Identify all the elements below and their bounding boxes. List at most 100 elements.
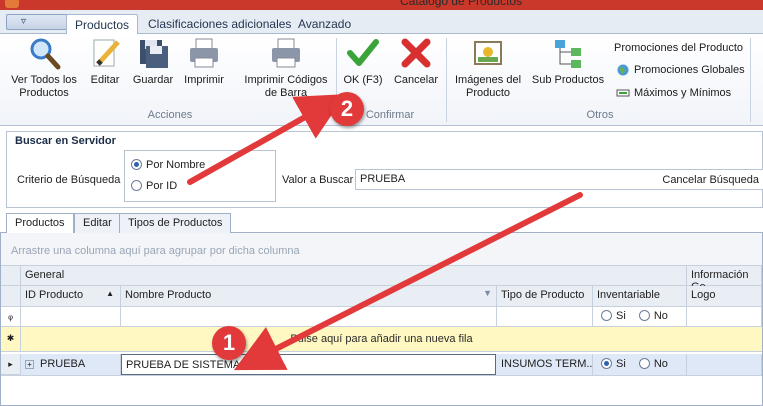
editar-button[interactable]: Editar	[86, 36, 124, 87]
column-nombre-label: Nombre Producto	[125, 289, 212, 301]
search-panel: Buscar en Servidor Criterio de Búsqueda …	[6, 131, 763, 208]
app-icon	[5, 0, 19, 8]
column-id-producto[interactable]: ID Producto ▲	[21, 286, 121, 307]
filter-id-cell[interactable]	[21, 307, 121, 327]
column-tipo-producto[interactable]: Tipo de Producto	[497, 286, 593, 307]
expand-icon[interactable]: +	[25, 360, 34, 369]
filter-nombre-cell[interactable]	[121, 307, 497, 327]
cell-inventariable[interactable]: Si No	[593, 354, 687, 375]
radio-empty-icon[interactable]	[638, 310, 650, 321]
guardar-label: Guardar	[132, 74, 174, 86]
range-icon	[616, 87, 630, 99]
table-row[interactable]: ▸ + PRUEBA PRUEBA DE SISTEMA INSUMOS TERM…	[1, 354, 762, 376]
cell-id-producto[interactable]: + PRUEBA	[21, 354, 121, 375]
cancelar-button[interactable]: Cancelar	[392, 36, 440, 87]
imprimir-codigos-button[interactable]: Imprimir Códigos de Barra	[240, 36, 332, 100]
radio-por-nombre[interactable]: Por Nombre	[131, 159, 205, 171]
new-row[interactable]: ✱ Pulse aquí para añadir una nueva fila	[1, 327, 762, 352]
group-separator	[446, 38, 447, 122]
column-indicator-header	[1, 286, 21, 307]
filter-logo-cell[interactable]	[687, 307, 762, 327]
radio-selected-icon	[131, 159, 142, 170]
new-row-text: Pulse aquí para añadir una nueva fila	[290, 333, 473, 345]
editar-label: Editar	[90, 74, 120, 86]
save-icon	[136, 36, 170, 70]
cell-nombre-producto[interactable]: PRUEBA DE SISTEMA	[121, 354, 496, 375]
tab-avanzado[interactable]: Avanzado	[290, 14, 359, 35]
radio-por-id-label: Por ID	[146, 180, 178, 192]
sub-productos-button[interactable]: Sub Productos	[530, 36, 606, 87]
band-informacion: Información Ge	[687, 266, 762, 293]
annotation-badge-1: 1	[212, 326, 246, 360]
radio-empty-icon[interactable]	[638, 358, 650, 369]
promociones-producto-label: Promociones del Producto	[614, 42, 744, 54]
cell-si-label: Si	[616, 358, 626, 370]
hierarchy-icon	[551, 36, 585, 70]
filter-icon[interactable]: ▼	[483, 288, 492, 298]
sort-ascending-icon: ▲	[106, 289, 114, 298]
group-panel-hint[interactable]: Arrastre una columna aquí para agrupar p…	[1, 233, 762, 266]
filter-tipo-cell[interactable]	[497, 307, 593, 327]
band-general: General	[21, 266, 687, 286]
radio-por-nombre-label: Por Nombre	[146, 159, 206, 171]
sub-productos-label: Sub Productos	[531, 74, 605, 86]
filter-si-label: Si	[616, 310, 626, 322]
radio-empty-icon	[131, 180, 142, 191]
filter-no-label: No	[653, 310, 668, 322]
radio-selected-icon[interactable]	[601, 358, 612, 369]
picture-icon	[471, 36, 505, 70]
cancel-search-button[interactable]: Cancelar Búsqueda	[662, 174, 759, 186]
radio-por-id[interactable]: Por ID	[131, 180, 177, 192]
printer-icon	[187, 36, 221, 70]
globe-icon	[616, 64, 630, 76]
cell-logo[interactable]	[687, 354, 762, 375]
search-input[interactable]: PRUEBA Cancelar Búsqueda	[355, 169, 763, 190]
content-tab-bar: Productos Editar Tipos de Productos	[0, 211, 763, 234]
magnifier-icon	[27, 36, 61, 70]
ok-label: OK (F3)	[343, 74, 383, 86]
guardar-button[interactable]: Guardar	[130, 36, 176, 87]
row-pointer-icon: ▸	[1, 354, 21, 375]
maximos-minimos-label: Máximos y Mínimos	[634, 87, 732, 99]
tab-tipos-productos[interactable]: Tipos de Productos	[119, 213, 232, 233]
cell-tipo-producto[interactable]: INSUMOS TERM...	[497, 354, 593, 375]
promociones-globales-button[interactable]: Promociones Globales	[616, 64, 745, 76]
products-grid: Arrastre una columna aquí para agrupar p…	[0, 233, 763, 406]
imagenes-label: Imágenes del Producto	[454, 74, 522, 99]
window-title: Catalogo de Productos	[400, 0, 523, 8]
tab-productos[interactable]: Productos	[66, 14, 139, 35]
column-logo[interactable]: Logo	[687, 286, 762, 307]
imagenes-button[interactable]: Imágenes del Producto	[452, 36, 524, 100]
maximos-minimos-button[interactable]: Máximos y Mínimos	[616, 87, 731, 99]
group-separator	[750, 38, 751, 122]
band-corner	[1, 266, 21, 286]
radio-empty-icon[interactable]	[601, 310, 612, 321]
imprimir-button[interactable]: Imprimir	[180, 36, 228, 87]
printer-icon	[269, 36, 303, 70]
tab-productos-grid[interactable]: Productos	[6, 213, 74, 234]
group-label-confirmar: Confirmar	[365, 109, 415, 121]
pencil-icon	[88, 36, 122, 70]
criteria-label: Criterio de Búsqueda	[17, 174, 121, 186]
value-label: Valor a Buscar	[282, 174, 354, 186]
app-menu-button[interactable]: ▿	[6, 14, 68, 30]
cancelar-label: Cancelar	[393, 74, 439, 86]
tab-clasificaciones[interactable]: Clasificaciones adicionales	[140, 14, 299, 35]
column-inventariable[interactable]: Inventariable	[593, 286, 687, 307]
imprimir-codigos-label: Imprimir Códigos de Barra	[244, 74, 328, 99]
ok-button[interactable]: OK (F3)	[340, 36, 386, 87]
ribbon: Ver Todos los Productos Editar Guardar I…	[0, 34, 763, 126]
column-nombre-producto[interactable]: Nombre Producto ▼	[121, 286, 497, 307]
criteria-radio-group: Por Nombre Por ID	[124, 150, 276, 202]
ver-todos-button[interactable]: Ver Todos los Productos	[6, 36, 82, 100]
checkmark-icon	[346, 36, 380, 70]
close-icon	[399, 36, 433, 70]
group-label-otros: Otros	[586, 109, 614, 121]
promociones-producto-button[interactable]: Promociones del Producto	[614, 42, 743, 54]
filter-inventariable-cell[interactable]: Si No	[593, 307, 687, 327]
ribbon-tab-bar: ▿ Productos Clasificaciones adicionales …	[0, 10, 763, 35]
filter-row-icon: ᵩ	[1, 307, 21, 327]
tab-editar[interactable]: Editar	[74, 213, 121, 233]
imprimir-label: Imprimir	[184, 74, 224, 86]
title-bar: Catalogo de Productos	[0, 0, 763, 10]
